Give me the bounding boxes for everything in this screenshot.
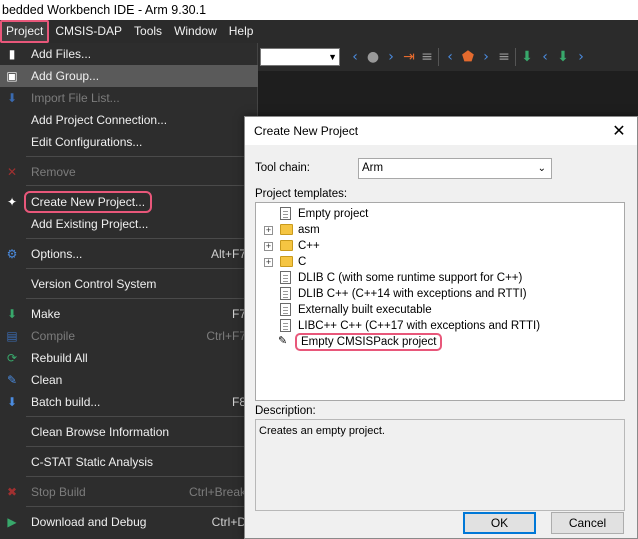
prev2-icon[interactable]: ‹ bbox=[538, 48, 552, 66]
create-new-project-dialog: Create New Project ✕ Tool chain: Arm ⌄ P… bbox=[244, 116, 638, 539]
dialog-title: Create New Project bbox=[245, 117, 637, 145]
window-title: bedded Workbench IDE - Arm 9.30.1 bbox=[0, 0, 638, 20]
templates-label: Project templates: bbox=[255, 188, 348, 200]
next-bookmark-icon[interactable]: ⇥ bbox=[402, 48, 416, 66]
menu-item-remove[interactable]: ✕ Remove bbox=[0, 161, 258, 183]
templates-tree: Empty project + asm + C++ + C DLIB C (with … bbox=[255, 202, 625, 401]
toolbar-combo[interactable]: ▼ bbox=[260, 48, 340, 66]
folder-icon bbox=[280, 240, 293, 251]
menu-cmsis-dap[interactable]: CMSIS-DAP bbox=[49, 20, 128, 43]
stop-icon: ✖ bbox=[6, 485, 18, 499]
menu-item-stop-build[interactable]: ✖ Stop Build Ctrl+Break bbox=[0, 481, 258, 503]
add-group-icon: ▣ bbox=[6, 69, 18, 83]
menu-separator bbox=[26, 238, 252, 239]
menu-item-rebuild-all[interactable]: ⟳ Rebuild All bbox=[0, 347, 258, 369]
menu-separator bbox=[26, 476, 252, 477]
toolchain-value: Arm bbox=[362, 162, 384, 174]
cancel-button[interactable]: Cancel bbox=[551, 512, 624, 534]
menu-item-compile[interactable]: ▤ Compile Ctrl+F7 bbox=[0, 325, 258, 347]
description-text: Creates an empty project. bbox=[259, 425, 385, 437]
bookmark-icon[interactable]: ● bbox=[366, 48, 380, 66]
folder-icon bbox=[280, 256, 293, 267]
document-icon bbox=[280, 319, 291, 332]
document-icon bbox=[280, 271, 291, 284]
make-icon: ⬇ bbox=[6, 307, 18, 321]
toolbar-divider bbox=[438, 48, 439, 66]
menu-item-cstat[interactable]: C-STAT Static Analysis bbox=[0, 451, 258, 473]
toolbar-divider bbox=[515, 48, 516, 66]
expand-icon[interactable]: + bbox=[264, 226, 273, 235]
next-icon[interactable]: › bbox=[479, 48, 493, 66]
document-icon bbox=[280, 287, 291, 300]
menu-item-add-project-connection[interactable]: Add Project Connection... bbox=[0, 109, 258, 131]
menu-item-version-control[interactable]: Version Control System bbox=[0, 273, 258, 295]
toolchain-select[interactable]: Arm ⌄ bbox=[358, 158, 552, 179]
nav-back-icon[interactable]: ‹ bbox=[348, 48, 362, 66]
toolbar: ▼ ‹ ● › ⇥ ≡ ‹ ⬟ › ≡ ⬇ ‹ ⬇ › bbox=[258, 43, 638, 71]
compile-icon: ▤ bbox=[6, 329, 18, 343]
menu-item-clean-browse[interactable]: Clean Browse Information bbox=[0, 421, 258, 443]
toggle-bookmark-icon[interactable]: ≡ bbox=[420, 48, 434, 66]
menu-item-batch-build[interactable]: ⬇ Batch build... F8 bbox=[0, 391, 258, 413]
menu-item-add-existing-project[interactable]: Add Existing Project... bbox=[0, 213, 258, 235]
menu-separator bbox=[26, 506, 252, 507]
new-project-icon: ✦ bbox=[6, 195, 18, 209]
list-icon[interactable]: ≡ bbox=[497, 48, 511, 66]
menu-help[interactable]: Help bbox=[223, 20, 260, 43]
nav-forward-icon[interactable]: › bbox=[384, 48, 398, 66]
menu-item-download-debug[interactable]: ▶ Download and Debug Ctrl+D bbox=[0, 511, 258, 533]
menu-item-create-new-project[interactable]: ✦ Create New Project... bbox=[0, 191, 258, 213]
chevron-down-icon: ⌄ bbox=[537, 163, 546, 174]
add-files-icon: ▮ bbox=[8, 47, 16, 61]
menu-item-options[interactable]: ⚙ Options... Alt+F7 bbox=[0, 243, 258, 265]
import-icon: ⬇ bbox=[6, 91, 18, 105]
ok-button[interactable]: OK bbox=[463, 512, 536, 534]
menu-project[interactable]: Project bbox=[0, 20, 50, 43]
folder-icon bbox=[280, 224, 293, 235]
menu-separator bbox=[26, 185, 252, 186]
menu-separator bbox=[26, 416, 252, 417]
description-label: Description: bbox=[255, 405, 316, 417]
batch-icon: ⬇ bbox=[6, 395, 18, 409]
menu-item-add-files[interactable]: ▮ Add Files... bbox=[0, 43, 258, 65]
expand-icon[interactable]: + bbox=[264, 258, 273, 267]
next2-icon[interactable]: › bbox=[574, 48, 588, 66]
menu-tools[interactable]: Tools bbox=[128, 20, 168, 43]
clean-icon: ✎ bbox=[6, 373, 18, 387]
toolchain-label: Tool chain: bbox=[255, 162, 310, 174]
menu-item-make[interactable]: ⬇ Make F7 bbox=[0, 303, 258, 325]
download-icon[interactable]: ⬇ bbox=[520, 48, 534, 66]
prev-icon[interactable]: ‹ bbox=[443, 48, 457, 66]
document-icon bbox=[280, 207, 291, 220]
rebuild-icon: ⟳ bbox=[6, 351, 18, 365]
play-icon: ▶ bbox=[7, 515, 17, 529]
gear-icon: ⚙ bbox=[6, 247, 18, 261]
menu-item-import-file-list[interactable]: ⬇ Import File List... bbox=[0, 87, 258, 109]
make-icon[interactable]: ⬇ bbox=[556, 48, 570, 66]
chevron-down-icon: ▼ bbox=[328, 52, 337, 62]
menu-window[interactable]: Window bbox=[168, 20, 223, 43]
menu-separator bbox=[26, 446, 252, 447]
close-icon[interactable]: ✕ bbox=[609, 121, 629, 141]
menu-item-clean[interactable]: ✎ Clean bbox=[0, 369, 258, 391]
menu-separator bbox=[26, 268, 252, 269]
remove-icon: ✕ bbox=[6, 165, 18, 179]
menu-item-edit-configurations[interactable]: Edit Configurations... bbox=[0, 131, 258, 153]
menubar: Project CMSIS-DAP Tools Window Help bbox=[0, 20, 638, 43]
menu-separator bbox=[26, 156, 252, 157]
menu-item-add-group[interactable]: ▣ Add Group... bbox=[0, 65, 258, 87]
document-icon bbox=[280, 303, 291, 316]
description-box: Creates an empty project. bbox=[255, 419, 625, 511]
shield-icon[interactable]: ⬟ bbox=[461, 48, 475, 66]
menu-separator bbox=[26, 298, 252, 299]
project-menu: ▮ Add Files... ▣ Add Group... ⬇ Import File… bbox=[0, 43, 258, 539]
expand-icon[interactable]: + bbox=[264, 242, 273, 251]
pen-icon: ✎ bbox=[278, 334, 288, 347]
